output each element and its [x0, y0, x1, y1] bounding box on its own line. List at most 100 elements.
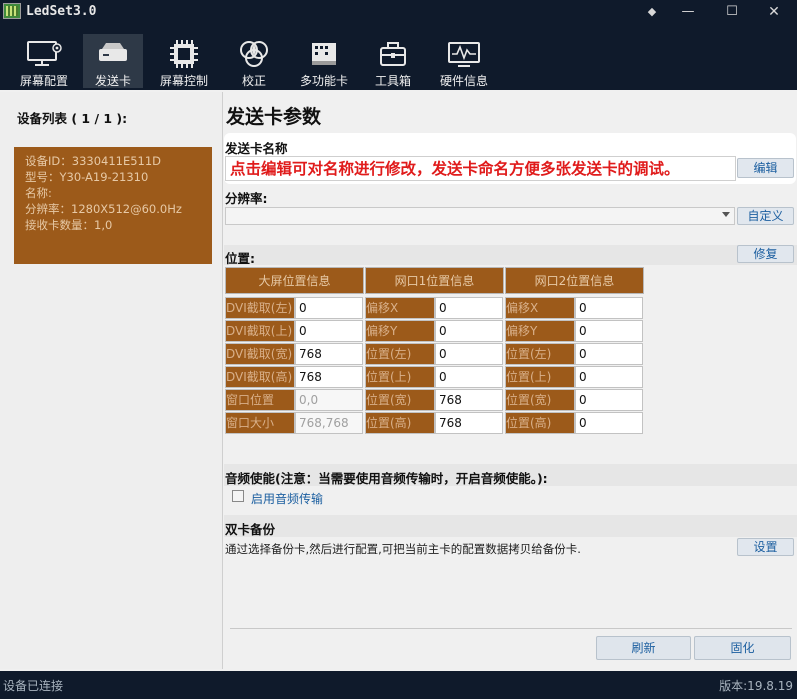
- audio-enable-checkbox[interactable]: [232, 490, 244, 502]
- row-label: DVI截取(高): [225, 366, 295, 388]
- tab-hardware-info[interactable]: 硬件信息: [434, 34, 494, 88]
- toolbox-icon: [380, 42, 406, 66]
- device-id: 设备ID：3330411E511D: [25, 154, 162, 168]
- backup-header-bar: 双卡备份: [224, 515, 797, 537]
- row-label: 窗口位置: [225, 389, 295, 411]
- tab-screen-control[interactable]: 屏幕控制: [154, 34, 214, 88]
- row-label: 位置(左): [365, 343, 435, 365]
- audio-enable-label[interactable]: 启用音频传输: [251, 490, 323, 507]
- row-label: 位置(上): [365, 366, 435, 388]
- sender-card-icon: [99, 43, 127, 61]
- color-circles-icon: [240, 41, 268, 67]
- port1-top-input[interactable]: 0: [435, 366, 503, 388]
- connection-status: 设备已连接: [3, 679, 64, 693]
- tab-sender-card[interactable]: 发送卡: [83, 34, 143, 88]
- row-label: 偏移Y: [505, 320, 575, 342]
- title-bar: LedSet3.0 ◆ — ☐ ✕: [0, 0, 797, 24]
- app-title: LedSet3.0: [26, 4, 97, 19]
- minimize-button[interactable]: —: [668, 0, 708, 24]
- receiver-count: 接收卡数量：1,0: [25, 218, 113, 232]
- backup-label: 双卡备份: [225, 522, 276, 537]
- row-label: 位置(高): [505, 412, 575, 434]
- position-label: 位置:: [225, 251, 255, 266]
- dvi-height-input[interactable]: 768: [295, 366, 363, 388]
- refresh-button[interactable]: 刷新: [596, 636, 691, 660]
- row-label: 位置(宽): [505, 389, 575, 411]
- close-button[interactable]: ✕: [754, 0, 794, 24]
- position-header-bar: 位置:: [224, 245, 797, 266]
- row-label: 偏移X: [365, 297, 435, 319]
- chip-icon: [170, 40, 198, 68]
- port2-left-input[interactable]: 0: [575, 343, 643, 365]
- port2-height-input[interactable]: 0: [575, 412, 643, 434]
- tab-multifunction-card[interactable]: 多功能卡: [294, 34, 354, 88]
- settings-button[interactable]: 设置: [737, 538, 794, 556]
- sender-name-section: 发送卡名称 点击编辑可对名称进行修改，发送卡命名方便多张发送卡的调试。 编辑: [224, 133, 796, 184]
- divider: [230, 628, 792, 629]
- tab-toolbox[interactable]: 工具箱: [363, 34, 423, 88]
- tab-label: 多功能卡: [299, 74, 348, 88]
- row-label: 偏移X: [505, 297, 575, 319]
- sender-name-label: 发送卡名称: [225, 141, 288, 156]
- device-list-heading: 设备列表 ( 1 / 1 ):: [17, 111, 128, 126]
- row-label: 位置(宽): [365, 389, 435, 411]
- port1-height-input[interactable]: 768: [435, 412, 503, 434]
- dvi-width-input[interactable]: 768: [295, 343, 363, 365]
- chevron-down-icon: [722, 212, 730, 217]
- port1-left-input[interactable]: 0: [435, 343, 503, 365]
- sender-name-field[interactable]: 点击编辑可对名称进行修改，发送卡命名方便多张发送卡的调试。: [225, 156, 736, 181]
- port1-offset-y-input[interactable]: 0: [435, 320, 503, 342]
- version-label: 版本:19.8.19: [719, 679, 793, 693]
- tab-screen-config[interactable]: 屏幕配置: [14, 34, 74, 88]
- row-label: 窗口大小: [225, 412, 295, 434]
- port2-offset-y-input[interactable]: 0: [575, 320, 643, 342]
- device-model: 型号：Y30-A19-21310: [25, 170, 149, 184]
- monitor-gear-icon: [27, 41, 62, 66]
- edit-button[interactable]: 编辑: [737, 158, 794, 178]
- tab-label: 发送卡: [94, 74, 131, 88]
- tab-label: 工具箱: [374, 74, 411, 88]
- port1-offset-x-input[interactable]: 0: [435, 297, 503, 319]
- custom-resolution-button[interactable]: 自定义: [737, 207, 794, 225]
- audio-label: 音频使能(注意：当需要使用音频传输时，开启音频使能。):: [225, 471, 548, 486]
- row-label: DVI截取(上): [225, 320, 295, 342]
- device-list-panel: 设备列表 ( 1 / 1 ): 设备ID：3330411E511D 型号：Y30…: [0, 92, 223, 669]
- port2-top-input[interactable]: 0: [575, 366, 643, 388]
- port2-offset-x-input[interactable]: 0: [575, 297, 643, 319]
- row-label: 位置(左): [505, 343, 575, 365]
- tab-label: 校正: [241, 74, 266, 88]
- window-position-value: 0,0: [295, 389, 363, 411]
- row-label: 偏移Y: [365, 320, 435, 342]
- port2-width-input[interactable]: 0: [575, 389, 643, 411]
- solidify-button[interactable]: 固化: [694, 636, 791, 660]
- maximize-button[interactable]: ☐: [712, 0, 752, 24]
- pin-icon[interactable]: ◆: [632, 0, 672, 24]
- audio-header-bar: 音频使能(注意：当需要使用音频传输时，开启音频使能。):: [224, 464, 797, 486]
- sender-card-params-panel: 发送卡参数 发送卡名称 点击编辑可对名称进行修改，发送卡命名方便多张发送卡的调试…: [224, 92, 797, 669]
- dvi-left-input[interactable]: 0: [295, 297, 363, 319]
- row-label: DVI截取(左): [225, 297, 295, 319]
- tab-label: 屏幕配置: [19, 74, 68, 88]
- main-toolbar: 屏幕配置 发送卡 屏幕控制 校正 多功能卡 工具箱 硬件信息: [0, 24, 797, 90]
- waveform-monitor-icon: [448, 42, 480, 67]
- dvi-top-input[interactable]: 0: [295, 320, 363, 342]
- column-header-port2: 网口2位置信息: [505, 267, 644, 294]
- row-label: DVI截取(宽): [225, 343, 295, 365]
- device-card[interactable]: 设备ID：3330411E511D 型号：Y30-A19-21310 名称: 分…: [14, 147, 212, 264]
- status-bar: 设备已连接 版本:19.8.19: [0, 671, 797, 699]
- row-label: 位置(上): [505, 366, 575, 388]
- column-header-screen: 大屏位置信息: [225, 267, 364, 294]
- tab-label: 屏幕控制: [159, 74, 208, 88]
- tab-label: 硬件信息: [439, 74, 488, 88]
- app-logo-icon: [3, 3, 21, 19]
- repair-button[interactable]: 修复: [737, 245, 794, 263]
- column-header-port1: 网口1位置信息: [365, 267, 504, 294]
- device-resolution: 分辨率：1280X512@60.0Hz: [25, 202, 182, 216]
- window-size-value: 768,768: [295, 412, 363, 434]
- resolution-label: 分辨率:: [225, 191, 268, 206]
- port1-width-input[interactable]: 768: [435, 389, 503, 411]
- multifunction-card-icon: [312, 43, 336, 65]
- tab-calibration[interactable]: 校正: [224, 34, 284, 88]
- resolution-select[interactable]: [225, 207, 735, 225]
- page-title: 发送卡参数: [226, 106, 322, 128]
